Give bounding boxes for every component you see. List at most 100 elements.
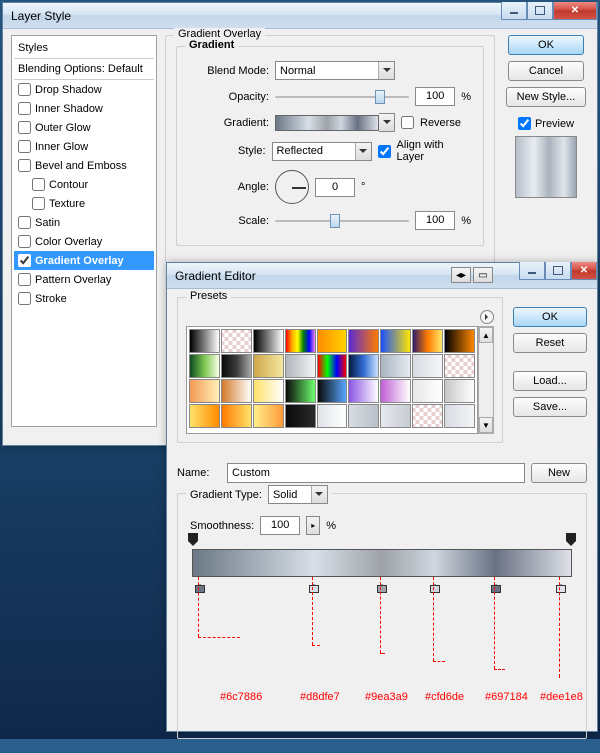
preset-swatch[interactable] (380, 379, 411, 403)
preset-swatch[interactable] (221, 404, 252, 428)
style-item-inner-glow[interactable]: Inner Glow (14, 137, 154, 156)
presets-scrollbar[interactable]: ▲ ▼ (478, 326, 494, 434)
preset-swatch[interactable] (412, 404, 443, 428)
preset-swatch[interactable] (412, 329, 443, 353)
preset-swatch[interactable] (253, 354, 284, 378)
preset-swatch[interactable] (285, 329, 316, 353)
preset-swatch[interactable] (412, 354, 443, 378)
scroll-up-icon[interactable]: ▲ (479, 327, 493, 343)
style-checkbox[interactable] (32, 197, 45, 210)
preset-swatch[interactable] (348, 354, 379, 378)
ge-load-button[interactable]: Load... (513, 371, 587, 391)
preset-swatch[interactable] (253, 329, 284, 353)
new-style-button[interactable]: New Style... (506, 87, 587, 107)
preset-swatch[interactable] (317, 354, 348, 378)
style-checkbox[interactable] (18, 102, 31, 115)
style-item-drop-shadow[interactable]: Drop Shadow (14, 80, 154, 99)
nav-prev-button[interactable]: ◂▸ (451, 267, 471, 283)
styles-header[interactable]: Styles (14, 38, 154, 59)
preset-swatch[interactable] (380, 354, 411, 378)
preset-swatch[interactable] (380, 329, 411, 353)
smoothness-flyout[interactable]: ▸ (306, 516, 320, 535)
preset-swatch[interactable] (285, 404, 316, 428)
gradient-picker[interactable] (275, 115, 379, 131)
preset-swatch[interactable] (317, 329, 348, 353)
styles-list[interactable]: Styles Blending Options: Default Drop Sh… (11, 35, 157, 427)
scale-slider[interactable] (275, 211, 409, 230)
preset-swatch[interactable] (348, 329, 379, 353)
style-item-color-overlay[interactable]: Color Overlay (14, 232, 154, 251)
style-checkbox[interactable] (18, 273, 31, 286)
preset-swatch[interactable] (348, 379, 379, 403)
style-checkbox[interactable] (32, 178, 45, 191)
preset-swatch[interactable] (189, 379, 220, 403)
style-checkbox[interactable] (18, 140, 31, 153)
style-checkbox[interactable] (18, 254, 31, 267)
ok-button[interactable]: OK (508, 35, 584, 55)
preset-swatch[interactable] (221, 354, 252, 378)
preview-checkbox[interactable] (518, 117, 531, 130)
preset-swatch[interactable] (221, 329, 252, 353)
style-item-pattern-overlay[interactable]: Pattern Overlay (14, 270, 154, 289)
preset-swatch[interactable] (285, 354, 316, 378)
preset-swatch[interactable] (317, 404, 348, 428)
scale-value[interactable]: 100 (415, 211, 455, 230)
preset-swatch[interactable] (444, 354, 475, 378)
layer-style-titlebar[interactable]: Layer Style (3, 3, 597, 29)
style-checkbox[interactable] (18, 121, 31, 134)
preset-swatch[interactable] (444, 329, 475, 353)
ge-reset-button[interactable]: Reset (513, 333, 587, 353)
scroll-down-icon[interactable]: ▼ (479, 417, 493, 433)
blending-header[interactable]: Blending Options: Default (14, 59, 154, 80)
style-item-contour[interactable]: Contour (14, 175, 154, 194)
preset-swatch[interactable] (348, 404, 379, 428)
minimize-button[interactable] (501, 2, 527, 20)
preset-swatch[interactable] (412, 379, 443, 403)
preset-swatch[interactable] (189, 329, 220, 353)
style-item-texture[interactable]: Texture (14, 194, 154, 213)
opacity-value[interactable]: 100 (415, 87, 455, 106)
ge-minimize-button[interactable] (519, 262, 545, 280)
style-item-stroke[interactable]: Stroke (14, 289, 154, 308)
ge-ok-button[interactable]: OK (513, 307, 587, 327)
preset-swatch[interactable] (444, 379, 475, 403)
presets-menu-button[interactable] (480, 310, 494, 324)
new-button[interactable]: New (531, 463, 587, 483)
style-checkbox[interactable] (18, 235, 31, 248)
gradient-dropdown-arrow[interactable] (379, 113, 395, 132)
gradient-ramp[interactable] (192, 549, 572, 577)
style-checkbox[interactable] (18, 83, 31, 96)
reverse-checkbox[interactable] (401, 116, 414, 129)
style-checkbox[interactable] (18, 216, 31, 229)
maximize-button[interactable] (527, 2, 553, 20)
preset-swatch[interactable] (317, 379, 348, 403)
style-item-bevel-and-emboss[interactable]: Bevel and Emboss (14, 156, 154, 175)
preset-swatch[interactable] (380, 404, 411, 428)
gradient-editor-titlebar[interactable]: Gradient Editor ◂▸ ▭ (167, 263, 597, 289)
angle-value[interactable]: 0 (315, 178, 355, 197)
style-item-inner-shadow[interactable]: Inner Shadow (14, 99, 154, 118)
preset-swatch[interactable] (253, 379, 284, 403)
close-button[interactable] (553, 2, 597, 20)
cancel-button[interactable]: Cancel (508, 61, 584, 81)
angle-dial[interactable] (275, 170, 309, 204)
preset-swatch[interactable] (444, 404, 475, 428)
preset-swatch[interactable] (285, 379, 316, 403)
preset-swatch[interactable] (189, 404, 220, 428)
ge-close-button[interactable] (571, 262, 597, 280)
presets-grid[interactable] (186, 326, 478, 434)
preset-swatch[interactable] (189, 354, 220, 378)
preset-swatch[interactable] (253, 404, 284, 428)
ge-maximize-button[interactable] (545, 262, 571, 280)
smoothness-value[interactable]: 100 (260, 516, 300, 535)
align-checkbox[interactable] (378, 145, 391, 158)
nav-panel-button[interactable]: ▭ (473, 267, 493, 283)
style-checkbox[interactable] (18, 159, 31, 172)
preset-swatch[interactable] (221, 379, 252, 403)
ge-save-button[interactable]: Save... (513, 397, 587, 417)
blend-mode-dropdown[interactable]: Normal (275, 61, 395, 80)
grad-type-dropdown[interactable]: Solid (268, 485, 328, 504)
style-item-gradient-overlay[interactable]: Gradient Overlay (14, 251, 154, 270)
style-item-satin[interactable]: Satin (14, 213, 154, 232)
style-checkbox[interactable] (18, 292, 31, 305)
